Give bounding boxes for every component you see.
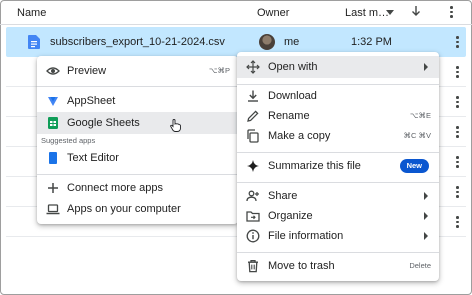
appsheet-icon	[48, 97, 58, 106]
column-last-modified[interactable]: Last m…	[345, 7, 389, 19]
hand-cursor-icon	[170, 119, 181, 132]
menu-item-label: Apps on your computer	[67, 203, 181, 215]
column-owner[interactable]: Owner	[257, 7, 289, 19]
trash-icon	[248, 259, 258, 273]
row-more-icon[interactable]	[455, 36, 459, 48]
file-name: subscribers_export_10-21-2024.csv	[50, 36, 225, 48]
menu-item-connect-more-apps[interactable]: Connect more apps	[37, 177, 238, 199]
menu-item-download[interactable]: Download	[237, 85, 439, 107]
menu-divider	[237, 152, 439, 153]
shortcut-text: Delete	[409, 261, 431, 270]
file-owner: me	[284, 36, 300, 48]
shortcut-text: ⌥⌘E	[409, 111, 431, 120]
caret-down-icon[interactable]	[386, 8, 394, 16]
menu-item-summarize[interactable]: Summarize this file New	[237, 155, 439, 177]
download-icon	[248, 90, 258, 102]
menu-item-file-information[interactable]: File information	[237, 225, 439, 247]
owner-avatar	[259, 34, 275, 50]
menu-divider	[37, 174, 238, 175]
new-badge: New	[399, 159, 429, 173]
arrow-down-icon[interactable]	[411, 5, 421, 17]
google-sheets-icon	[48, 117, 58, 129]
row-more-icon[interactable]	[455, 186, 459, 198]
shortcut-text: ⌥⌘P	[208, 66, 230, 75]
menu-item-label: Preview	[67, 65, 107, 77]
menu-item-label: Download	[268, 90, 317, 102]
menu-item-appsheet[interactable]: AppSheet	[37, 90, 238, 112]
menu-item-preview[interactable]: Preview ⌥⌘P	[37, 60, 238, 82]
menu-item-organize[interactable]: Organize	[237, 205, 439, 227]
chevron-right-icon	[424, 63, 428, 71]
file-context-menu: Open with Download Rename ⌥⌘E Make a cop…	[237, 52, 439, 281]
plus-icon	[48, 183, 58, 193]
row-more-icon[interactable]	[455, 66, 459, 78]
menu-item-label: Share	[268, 190, 298, 202]
chevron-right-icon	[424, 212, 428, 220]
copy-icon	[247, 129, 259, 143]
pencil-icon	[247, 110, 259, 122]
column-name[interactable]: Name	[17, 7, 46, 19]
file-list-header: Name Owner Last m…	[0, 0, 472, 25]
add-person-icon	[246, 190, 259, 202]
menu-item-label: Move to trash	[268, 260, 335, 272]
laptop-icon	[46, 204, 60, 215]
more-options-icon[interactable]	[449, 5, 453, 18]
menu-item-label: Open with	[268, 61, 318, 73]
menu-item-google-sheets[interactable]: Google Sheets	[37, 112, 238, 134]
menu-item-label: Summarize this file	[268, 160, 361, 172]
suggested-apps-label: Suggested apps	[41, 136, 96, 145]
menu-item-label: File information	[268, 230, 344, 242]
menu-item-open-with[interactable]: Open with	[237, 56, 439, 78]
shortcut-text: ⌘C ⌘V	[403, 131, 431, 140]
text-editor-icon	[49, 152, 57, 164]
chevron-right-icon	[424, 232, 428, 240]
menu-item-label: Rename	[268, 110, 310, 122]
row-more-icon[interactable]	[455, 126, 459, 138]
sparkle-icon	[247, 160, 259, 172]
menu-item-label: Text Editor	[67, 152, 119, 164]
menu-item-label: AppSheet	[67, 95, 116, 107]
menu-divider	[237, 182, 439, 183]
menu-divider	[37, 86, 238, 87]
row-more-icon[interactable]	[455, 96, 459, 108]
menu-item-share[interactable]: Share	[237, 185, 439, 207]
document-file-icon	[28, 35, 40, 49]
menu-item-move-to-trash[interactable]: Move to trash Delete	[237, 255, 439, 277]
menu-item-text-editor[interactable]: Text Editor	[37, 147, 238, 169]
chevron-right-icon	[424, 192, 428, 200]
info-icon	[246, 229, 260, 243]
menu-item-label: Organize	[268, 210, 313, 222]
eye-icon	[46, 67, 60, 75]
menu-item-rename[interactable]: Rename ⌥⌘E	[237, 105, 439, 127]
menu-divider	[237, 252, 439, 253]
folder-move-icon	[246, 211, 260, 222]
open-with-submenu: Preview ⌥⌘P AppSheet Google Sheets Sugge…	[37, 56, 238, 224]
menu-item-label: Google Sheets	[67, 117, 140, 129]
file-modified: 1:32 PM	[351, 36, 392, 48]
menu-item-label: Connect more apps	[67, 182, 163, 194]
menu-item-make-copy[interactable]: Make a copy ⌘C ⌘V	[237, 125, 439, 147]
menu-item-apps-on-computer[interactable]: Apps on your computer	[37, 198, 238, 220]
move-arrows-icon	[246, 60, 260, 74]
row-more-icon[interactable]	[455, 216, 459, 228]
menu-item-label: Make a copy	[268, 130, 331, 142]
row-more-icon[interactable]	[455, 156, 459, 168]
